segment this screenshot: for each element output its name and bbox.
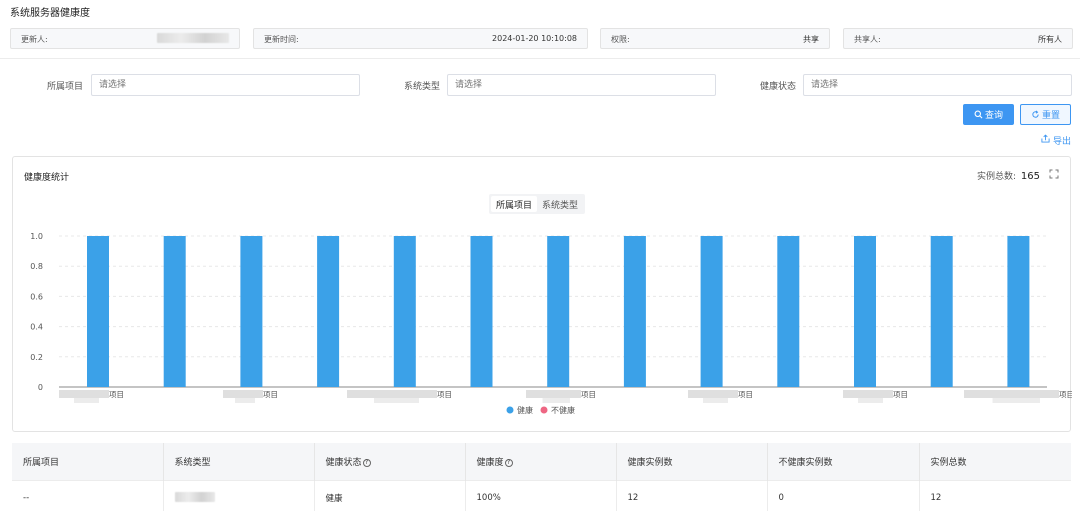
update-time-value: 2024-01-20 10:10:08 <box>492 34 577 43</box>
project-select[interactable] <box>91 74 360 96</box>
col-unhealthy-count: 不健康实例数 <box>767 443 920 480</box>
cell-unhealthy-count[interactable]: 0 <box>767 479 920 511</box>
bar-healthy[interactable] <box>470 236 493 387</box>
col-healthy-count: 健康实例数 <box>616 443 768 480</box>
col-health: 健康度? <box>465 443 617 480</box>
reset-button-label: 重置 <box>1041 111 1060 121</box>
bar-healthy[interactable] <box>547 236 570 387</box>
y-tick-label: 1.0 <box>30 232 43 241</box>
x-label-redacted <box>374 398 419 403</box>
bar-healthy[interactable] <box>87 236 109 387</box>
sharer-box: 共享人: 所有人 <box>843 28 1073 49</box>
x-label-redacted <box>703 398 728 403</box>
health-status-select[interactable] <box>803 74 1072 96</box>
bar-healthy[interactable] <box>854 236 876 387</box>
x-tick-label: 项目 <box>263 390 278 399</box>
sharer-value: 所有人 <box>1038 35 1062 44</box>
permission-value: 共享 <box>803 35 819 44</box>
table-row: -- 健康 100% 12 0 12 <box>12 479 1071 511</box>
updater-value-redacted <box>157 33 229 45</box>
col-total: 实例总数 <box>919 443 1071 480</box>
x-tick-label: 项目 <box>437 390 452 399</box>
updater-box: 更新人: <box>10 28 240 49</box>
x-label-redacted <box>688 390 738 398</box>
query-button-label: 查询 <box>984 111 1003 121</box>
x-label-redacted <box>526 390 581 398</box>
help-icon[interactable]: ? <box>362 458 371 467</box>
cell-health-status: 健康 <box>314 479 466 511</box>
health-status-filter-label: 健康状态 <box>760 82 797 92</box>
query-button[interactable]: 查询 <box>963 104 1014 125</box>
permission-label: 权限: <box>611 35 630 44</box>
x-label-redacted <box>542 398 570 403</box>
help-icon[interactable]: ? <box>504 458 513 467</box>
health-stats-panel: 健康度统计 实例总数: 165 所属项目 系统类型 0 0.2 0.4 0.6 0.8 1… <box>12 156 1072 432</box>
permission-box: 权限: 共享 <box>600 28 830 49</box>
search-icon <box>974 110 983 119</box>
cell-project: -- <box>12 479 164 511</box>
divider <box>0 58 1080 59</box>
y-tick-label: 0.6 <box>30 292 43 301</box>
sharer-label: 共享人: <box>854 35 881 44</box>
update-time-box: 更新时间: 2024-01-20 10:10:08 <box>253 28 588 49</box>
bar-healthy[interactable] <box>163 236 186 387</box>
col-health-status: 健康状态? <box>314 443 466 480</box>
system-type-select[interactable] <box>447 74 716 96</box>
export-label: 导出 <box>1052 137 1071 147</box>
x-tick-label: 项目 <box>581 390 596 399</box>
x-tick-label: 项目 <box>738 390 753 399</box>
bar-healthy[interactable] <box>623 236 646 387</box>
health-table: 所属项目 系统类型 健康状态? 健康度? 健康实例数 不健康实例数 实例总数 -… <box>12 443 1071 511</box>
update-time-label: 更新时间: <box>264 35 299 44</box>
health-bar-chart: 0 0.2 0.4 0.6 0.8 1.0 项目 项目 项目 项目 项目 项目 项目健康 不健康 <box>30 232 1072 415</box>
y-tick-label: 0 <box>38 383 43 392</box>
updater-label: 更新人: <box>21 35 48 44</box>
x-label-redacted <box>964 390 1059 398</box>
export-icon <box>1041 134 1050 143</box>
y-tick-label: 0.8 <box>30 262 43 271</box>
system-type-filter-label: 系统类型 <box>404 82 441 92</box>
col-project: 所属项目 <box>12 443 164 480</box>
bar-healthy[interactable] <box>930 236 953 387</box>
y-tick-label: 0.2 <box>30 353 43 362</box>
x-tick-label: 项目 <box>1059 390 1072 399</box>
legend-swatch <box>540 406 548 414</box>
bar-healthy[interactable] <box>1007 236 1030 387</box>
cell-healthy-count[interactable]: 12 <box>616 479 768 511</box>
x-label-redacted <box>858 398 883 403</box>
x-tick-label: 项目 <box>893 390 908 399</box>
bar-healthy[interactable] <box>700 236 723 387</box>
x-label-redacted <box>223 390 263 398</box>
cell-health: 100% <box>465 479 617 511</box>
bar-healthy[interactable] <box>240 236 263 387</box>
page-title: 系统服务器健康度 <box>10 8 90 19</box>
legend-swatch <box>506 406 514 414</box>
reset-button[interactable]: 重置 <box>1020 104 1071 125</box>
x-label-redacted <box>235 398 255 403</box>
export-link[interactable]: 导出 <box>1041 134 1071 147</box>
legend-label[interactable]: 不健康 <box>551 405 575 415</box>
table-header-row: 所属项目 系统类型 健康状态? 健康度? 健康实例数 不健康实例数 实例总数 <box>12 443 1071 480</box>
x-label-redacted <box>347 390 437 398</box>
bar-healthy[interactable] <box>777 236 800 387</box>
cell-total[interactable]: 12 <box>919 479 1071 511</box>
project-filter-label: 所属项目 <box>47 82 84 92</box>
y-tick-label: 0.4 <box>30 323 43 332</box>
cell-system-type-redacted <box>163 479 315 511</box>
bar-healthy[interactable] <box>393 236 416 387</box>
x-label-redacted <box>992 398 1040 403</box>
x-label-redacted <box>843 390 893 398</box>
bar-healthy[interactable] <box>317 236 340 387</box>
x-tick-label: 项目 <box>109 390 124 399</box>
refresh-icon <box>1032 110 1039 118</box>
x-label-redacted <box>59 390 109 398</box>
x-label-redacted <box>74 398 99 403</box>
legend-label[interactable]: 健康 <box>517 405 533 415</box>
col-system-type: 系统类型 <box>163 443 315 480</box>
